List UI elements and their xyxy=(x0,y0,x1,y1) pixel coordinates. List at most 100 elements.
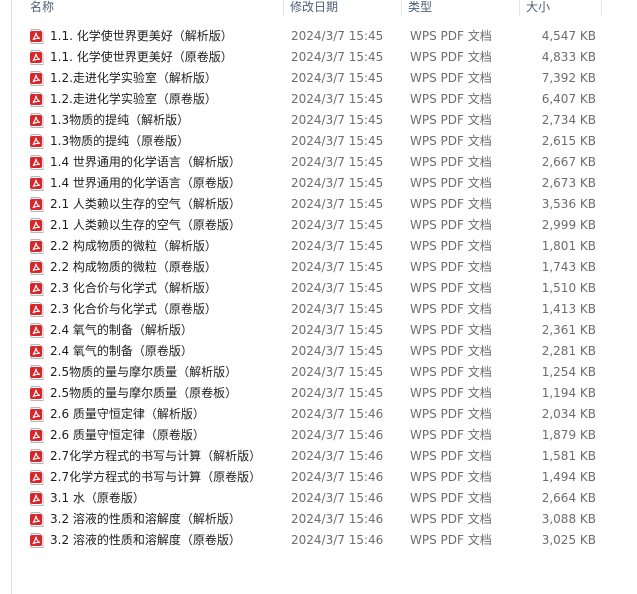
pdf-file-icon xyxy=(30,239,44,254)
file-type: WPS PDF 文档 xyxy=(410,113,492,127)
pdf-file-icon xyxy=(30,302,44,317)
file-size: 1,194 KB xyxy=(541,386,596,400)
file-name: 1.4 世界通用的化学语言（原卷版） xyxy=(50,176,241,190)
file-row[interactable]: 1.3物质的提纯（解析版） 2024/3/7 15:45 WPS PDF 文档 2,7… xyxy=(12,110,637,131)
file-row[interactable]: 2.5物质的量与摩尔质量（解析版） 2024/3/7 15:45 WPS PDF 文… xyxy=(12,362,637,383)
file-row[interactable]: 3.2 溶液的性质和溶解度（原卷版） 2024/3/7 15:46 WPS PDF … xyxy=(12,530,637,551)
pdf-file-icon xyxy=(30,533,44,548)
file-row[interactable]: 2.6 质量守恒定律（原卷版） 2024/3/7 15:46 WPS PDF 文档 1… xyxy=(12,425,637,446)
column-header-name[interactable]: 名称 xyxy=(12,0,284,16)
file-size: 6,407 KB xyxy=(541,92,596,106)
file-row[interactable]: 3.1 水（原卷版） 2024/3/7 15:46 WPS PDF 文档 2,664 … xyxy=(12,488,637,509)
file-modified-date: 2024/3/7 15:45 xyxy=(291,386,384,400)
pdf-file-icon xyxy=(30,71,44,86)
file-type: WPS PDF 文档 xyxy=(410,92,492,106)
file-name: 2.7化学方程式的书写与计算（原卷版） xyxy=(50,470,262,484)
file-type: WPS PDF 文档 xyxy=(410,218,492,232)
file-type: WPS PDF 文档 xyxy=(410,302,492,316)
file-name: 1.2.走进化学实验室（原卷版） xyxy=(50,92,217,106)
file-modified-date: 2024/3/7 15:45 xyxy=(291,365,384,379)
pdf-file-icon xyxy=(30,428,44,443)
file-row[interactable]: 3.2 溶液的性质和溶解度（解析版） 2024/3/7 15:46 WPS PDF … xyxy=(12,509,637,530)
file-modified-date: 2024/3/7 15:45 xyxy=(291,344,384,358)
file-size: 1,413 KB xyxy=(541,302,596,316)
file-name: 2.3 化合价与化学式（原卷版） xyxy=(50,302,217,316)
file-modified-date: 2024/3/7 15:45 xyxy=(291,302,384,316)
file-name: 2.2 构成物质的微粒（解析版） xyxy=(50,239,217,253)
pdf-file-icon xyxy=(30,449,44,464)
pdf-file-icon xyxy=(30,512,44,527)
file-type: WPS PDF 文档 xyxy=(410,491,492,505)
file-size: 2,667 KB xyxy=(541,155,596,169)
file-type: WPS PDF 文档 xyxy=(410,449,492,463)
file-modified-date: 2024/3/7 15:45 xyxy=(291,155,384,169)
file-modified-date: 2024/3/7 15:45 xyxy=(291,92,384,106)
pdf-file-icon xyxy=(30,113,44,128)
file-type: WPS PDF 文档 xyxy=(410,512,492,526)
file-name: 2.1 人类赖以生存的空气（原卷版） xyxy=(50,218,241,232)
file-name: 2.2 构成物质的微粒（原卷版） xyxy=(50,260,217,274)
file-row[interactable]: 2.2 构成物质的微粒（原卷版） 2024/3/7 15:45 WPS PDF 文档… xyxy=(12,257,637,278)
file-name: 2.4 氧气的制备（原卷版） xyxy=(50,344,193,358)
file-row[interactable]: 2.7化学方程式的书写与计算（解析版） 2024/3/7 15:46 WPS PDF… xyxy=(12,446,637,467)
file-type: WPS PDF 文档 xyxy=(410,134,492,148)
file-name: 2.5物质的量与摩尔质量（解析版） xyxy=(50,365,238,379)
file-type: WPS PDF 文档 xyxy=(410,29,492,43)
navigation-pane-edge xyxy=(0,0,12,594)
file-row[interactable]: 2.5物质的量与摩尔质量（原卷板） 2024/3/7 15:45 WPS PDF 文… xyxy=(12,383,637,404)
column-header-type[interactable]: 类型 xyxy=(402,0,520,16)
file-row[interactable]: 2.4 氧气的制备（原卷版） 2024/3/7 15:45 WPS PDF 文档 2,… xyxy=(12,341,637,362)
file-type: WPS PDF 文档 xyxy=(410,197,492,211)
file-row[interactable]: 1.1. 化学使世界更美好（原卷版） 2024/3/7 15:45 WPS PDF … xyxy=(12,47,637,68)
file-modified-date: 2024/3/7 15:46 xyxy=(291,512,384,526)
file-row[interactable]: 2.3 化合价与化学式（原卷版） 2024/3/7 15:45 WPS PDF 文档… xyxy=(12,299,637,320)
file-row[interactable]: 1.1. 化学使世界更美好（解析版） 2024/3/7 15:45 WPS PDF … xyxy=(12,26,637,47)
pdf-file-icon xyxy=(30,344,44,359)
file-modified-date: 2024/3/7 15:45 xyxy=(291,218,384,232)
pdf-file-icon xyxy=(30,365,44,380)
file-type: WPS PDF 文档 xyxy=(410,260,492,274)
file-row[interactable]: 1.4 世界通用的化学语言（解析版） 2024/3/7 15:45 WPS PDF … xyxy=(12,152,637,173)
file-type: WPS PDF 文档 xyxy=(410,71,492,85)
file-modified-date: 2024/3/7 15:45 xyxy=(291,323,384,337)
file-type: WPS PDF 文档 xyxy=(410,470,492,484)
file-modified-date: 2024/3/7 15:45 xyxy=(291,134,384,148)
pdf-file-icon xyxy=(30,50,44,65)
file-row[interactable]: 1.2.走进化学实验室（解析版） 2024/3/7 15:45 WPS PDF 文档… xyxy=(12,68,637,89)
file-modified-date: 2024/3/7 15:45 xyxy=(291,113,384,127)
file-modified-date: 2024/3/7 15:45 xyxy=(291,176,384,190)
pdf-file-icon xyxy=(30,407,44,422)
file-modified-date: 2024/3/7 15:45 xyxy=(291,260,384,274)
pdf-file-icon xyxy=(30,218,44,233)
file-explorer: 名称 修改日期 类型 大小 1.1. 化学使世界更美好（解析版） 2024/3/7… xyxy=(0,0,637,594)
file-size: 2,999 KB xyxy=(541,218,596,232)
file-type: WPS PDF 文档 xyxy=(410,50,492,64)
file-type: WPS PDF 文档 xyxy=(410,323,492,337)
file-row[interactable]: 2.7化学方程式的书写与计算（原卷版） 2024/3/7 15:46 WPS PDF… xyxy=(12,467,637,488)
file-name: 3.2 溶液的性质和溶解度（原卷版） xyxy=(50,533,241,547)
file-row[interactable]: 1.3物质的提纯（原卷版） 2024/3/7 15:45 WPS PDF 文档 2,6… xyxy=(12,131,637,152)
file-size: 2,281 KB xyxy=(541,344,596,358)
file-size: 1,494 KB xyxy=(541,470,596,484)
pdf-file-icon xyxy=(30,281,44,296)
file-row[interactable]: 1.2.走进化学实验室（原卷版） 2024/3/7 15:45 WPS PDF 文档… xyxy=(12,89,637,110)
file-modified-date: 2024/3/7 15:45 xyxy=(291,197,384,211)
file-row[interactable]: 2.1 人类赖以生存的空气（解析版） 2024/3/7 15:45 WPS PDF … xyxy=(12,194,637,215)
column-header-size[interactable]: 大小 xyxy=(520,0,602,16)
file-modified-date: 2024/3/7 15:46 xyxy=(291,533,384,547)
pdf-file-icon xyxy=(30,386,44,401)
file-name: 2.3 化合价与化学式（解析版） xyxy=(50,281,217,295)
file-modified-date: 2024/3/7 15:46 xyxy=(291,491,384,505)
file-size: 2,034 KB xyxy=(541,407,596,421)
file-row[interactable]: 2.1 人类赖以生存的空气（原卷版） 2024/3/7 15:45 WPS PDF … xyxy=(12,215,637,236)
file-row[interactable]: 2.3 化合价与化学式（解析版） 2024/3/7 15:45 WPS PDF 文档… xyxy=(12,278,637,299)
file-row[interactable]: 2.4 氧气的制备（解析版） 2024/3/7 15:45 WPS PDF 文档 2,… xyxy=(12,320,637,341)
file-modified-date: 2024/3/7 15:46 xyxy=(291,407,384,421)
column-header-date[interactable]: 修改日期 xyxy=(284,0,402,16)
file-type: WPS PDF 文档 xyxy=(410,533,492,547)
pdf-file-icon xyxy=(30,491,44,506)
file-row[interactable]: 2.6 质量守恒定律（解析版） 2024/3/7 15:46 WPS PDF 文档 2… xyxy=(12,404,637,425)
file-row[interactable]: 1.4 世界通用的化学语言（原卷版） 2024/3/7 15:45 WPS PDF … xyxy=(12,173,637,194)
file-size: 4,833 KB xyxy=(541,50,596,64)
file-row[interactable]: 2.2 构成物质的微粒（解析版） 2024/3/7 15:45 WPS PDF 文档… xyxy=(12,236,637,257)
